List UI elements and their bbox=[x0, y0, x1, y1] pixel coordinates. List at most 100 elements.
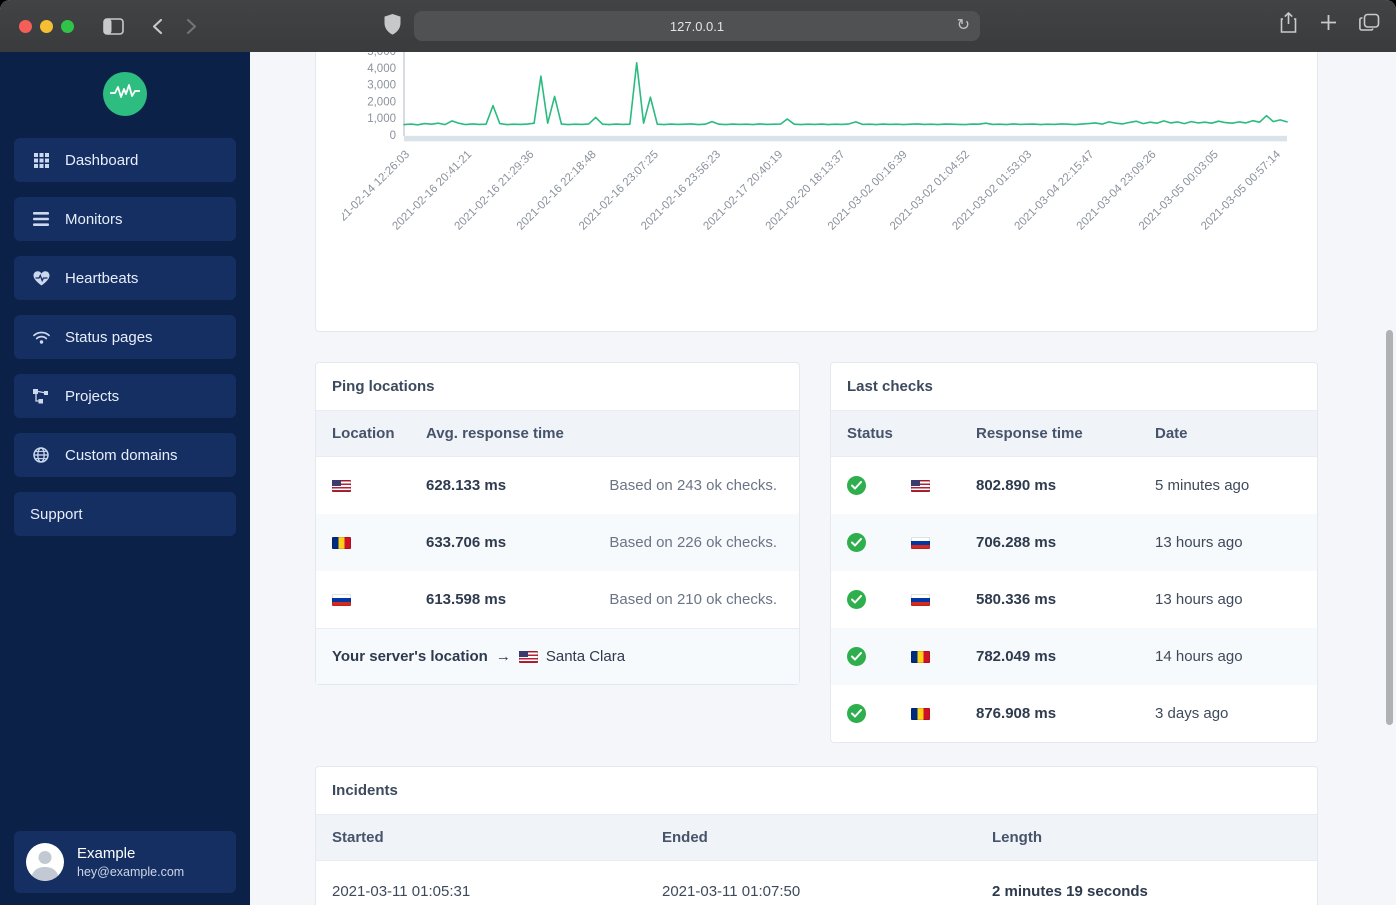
sidebar-toggle-icon[interactable] bbox=[96, 11, 130, 41]
grid-icon bbox=[32, 152, 50, 168]
wifi-icon bbox=[32, 331, 50, 344]
check-date: 13 hours ago bbox=[1155, 534, 1243, 551]
sidebar-item-heartbeats[interactable]: Heartbeats bbox=[14, 256, 236, 300]
back-button[interactable] bbox=[140, 11, 174, 41]
close-window-button[interactable] bbox=[19, 19, 32, 33]
avg-response-time: 633.706 ms bbox=[426, 534, 507, 551]
checks-note: Based on 243 ok checks. bbox=[609, 477, 777, 494]
ping-locations-card: Ping locations Location Avg. response ti… bbox=[315, 362, 800, 685]
response-time: 782.049 ms bbox=[976, 648, 1057, 665]
forward-button[interactable] bbox=[174, 11, 208, 41]
zoom-window-button[interactable] bbox=[61, 19, 74, 33]
sidebar-item-monitors[interactable]: Monitors bbox=[14, 197, 236, 241]
svg-text:2,000: 2,000 bbox=[367, 96, 396, 108]
card-title: Ping locations bbox=[316, 363, 799, 411]
main-content: 0 1,000 2,000 3,000 4,000 5,000 2021-02-14 12:… bbox=[250, 52, 1396, 905]
flag-icon bbox=[518, 650, 538, 663]
svg-text:5,000: 5,000 bbox=[367, 52, 396, 58]
sidebar-item-label: Heartbeats bbox=[65, 269, 139, 287]
svg-text:4,000: 4,000 bbox=[367, 63, 396, 75]
sidebar-item-support[interactable]: Support bbox=[14, 492, 236, 536]
flag-icon bbox=[332, 479, 351, 492]
sidebar-item-label: Dashboard bbox=[65, 151, 139, 169]
incident-length: 2 minutes 19 seconds bbox=[992, 882, 1148, 900]
last-checks-card: Last checks Status Response time Date 80… bbox=[830, 362, 1318, 743]
table-row: 802.890 ms 5 minutes ago bbox=[831, 457, 1317, 514]
avg-response-time: 613.598 ms bbox=[426, 591, 507, 608]
sidebar-item-label: Projects bbox=[65, 387, 120, 405]
flag-icon bbox=[332, 536, 351, 549]
table-row: 782.049 ms 14 hours ago bbox=[831, 628, 1317, 685]
svg-text:1,000: 1,000 bbox=[367, 113, 396, 125]
new-tab-icon[interactable] bbox=[1320, 14, 1337, 36]
sitemap-icon bbox=[32, 388, 50, 404]
tab-overview-icon[interactable] bbox=[1359, 13, 1380, 37]
column-header: Status bbox=[847, 425, 893, 442]
privacy-shield-icon[interactable] bbox=[383, 13, 402, 41]
table-row: 628.133 ms Based on 243 ok checks. bbox=[316, 457, 799, 514]
flag-icon bbox=[911, 536, 930, 549]
sidebar-item-label: Monitors bbox=[65, 210, 123, 228]
response-time: 706.288 ms bbox=[976, 534, 1057, 551]
flag-icon bbox=[911, 593, 930, 606]
check-date: 14 hours ago bbox=[1155, 648, 1243, 665]
table-row: 613.598 ms Based on 210 ok checks. bbox=[316, 571, 799, 628]
check-ok-icon bbox=[847, 590, 866, 609]
browser-toolbar: 127.0.0.1 ↻ bbox=[0, 0, 1396, 52]
check-ok-icon bbox=[847, 647, 866, 666]
reload-icon[interactable]: ↻ bbox=[957, 16, 970, 36]
table-row: 706.288 ms 13 hours ago bbox=[831, 514, 1317, 571]
flag-icon bbox=[911, 650, 930, 663]
check-date: 5 minutes ago bbox=[1155, 477, 1250, 494]
flag-icon bbox=[911, 479, 930, 492]
list-icon bbox=[32, 212, 50, 226]
response-time: 580.336 ms bbox=[976, 591, 1057, 608]
server-location-label: Your server's location bbox=[332, 648, 488, 665]
avg-response-time: 628.133 ms bbox=[426, 477, 507, 494]
sidebar-item-label: Support bbox=[30, 505, 83, 523]
incidents-card: Incidents Started Ended Length 2021-03-1… bbox=[315, 766, 1318, 905]
sidebar: Dashboard Monitors Heartbeats Status pag… bbox=[0, 52, 250, 905]
sidebar-item-custom-domains[interactable]: Custom domains bbox=[14, 433, 236, 477]
user-email: hey@example.com bbox=[77, 865, 185, 879]
sidebar-item-projects[interactable]: Projects bbox=[14, 374, 236, 418]
address-bar[interactable]: 127.0.0.1 ↻ bbox=[414, 11, 980, 41]
table-row: 876.908 ms 3 days ago bbox=[831, 685, 1317, 742]
check-date: 3 days ago bbox=[1155, 705, 1229, 722]
user-menu[interactable]: Example hey@example.com bbox=[14, 831, 236, 893]
column-header: Location bbox=[332, 425, 395, 442]
svg-text:0: 0 bbox=[390, 130, 396, 142]
browser-window: 127.0.0.1 ↻ Dashboard Monitors Heartbeat… bbox=[0, 0, 1396, 905]
response-time: 802.890 ms bbox=[976, 477, 1057, 494]
column-header: Length bbox=[992, 829, 1042, 846]
card-title: Incidents bbox=[316, 767, 1317, 815]
response-time-chart: 0 1,000 2,000 3,000 4,000 5,000 2021-02-14 12:… bbox=[315, 52, 1318, 332]
column-header: Avg. response time bbox=[426, 425, 564, 442]
avatar bbox=[26, 843, 64, 881]
table-row: 2021-03-11 01:05:31 2021-03-11 01:07:50 … bbox=[316, 861, 1317, 905]
column-header: Ended bbox=[662, 829, 708, 846]
column-header: Response time bbox=[976, 425, 1083, 442]
incident-ended: 2021-03-11 01:07:50 bbox=[662, 882, 801, 900]
response-time: 876.908 ms bbox=[976, 705, 1057, 722]
table-row: 633.706 ms Based on 226 ok checks. bbox=[316, 514, 799, 571]
svg-text:3,000: 3,000 bbox=[367, 80, 396, 92]
arrow-right-icon: → bbox=[495, 648, 511, 665]
heartbeat-icon bbox=[32, 270, 50, 286]
check-ok-icon bbox=[847, 476, 866, 495]
sidebar-item-status-pages[interactable]: Status pages bbox=[14, 315, 236, 359]
scrollbar[interactable] bbox=[1386, 330, 1393, 725]
sidebar-item-dashboard[interactable]: Dashboard bbox=[14, 138, 236, 182]
url-text: 127.0.0.1 bbox=[669, 18, 725, 34]
checks-note: Based on 226 ok checks. bbox=[609, 534, 777, 551]
server-location-footer: Your server's location → Santa Clara bbox=[316, 628, 799, 684]
table-row: 580.336 ms 13 hours ago bbox=[831, 571, 1317, 628]
app-logo[interactable] bbox=[103, 72, 147, 116]
checks-note: Based on 210 ok checks. bbox=[609, 591, 777, 608]
flag-icon bbox=[332, 593, 351, 606]
line-chart: 01,0002,0003,0004,0005,0002021-02-14 12:… bbox=[342, 52, 1288, 233]
check-date: 13 hours ago bbox=[1155, 591, 1243, 608]
share-icon[interactable] bbox=[1279, 11, 1298, 39]
column-header: Date bbox=[1155, 425, 1188, 442]
minimize-window-button[interactable] bbox=[40, 19, 53, 33]
